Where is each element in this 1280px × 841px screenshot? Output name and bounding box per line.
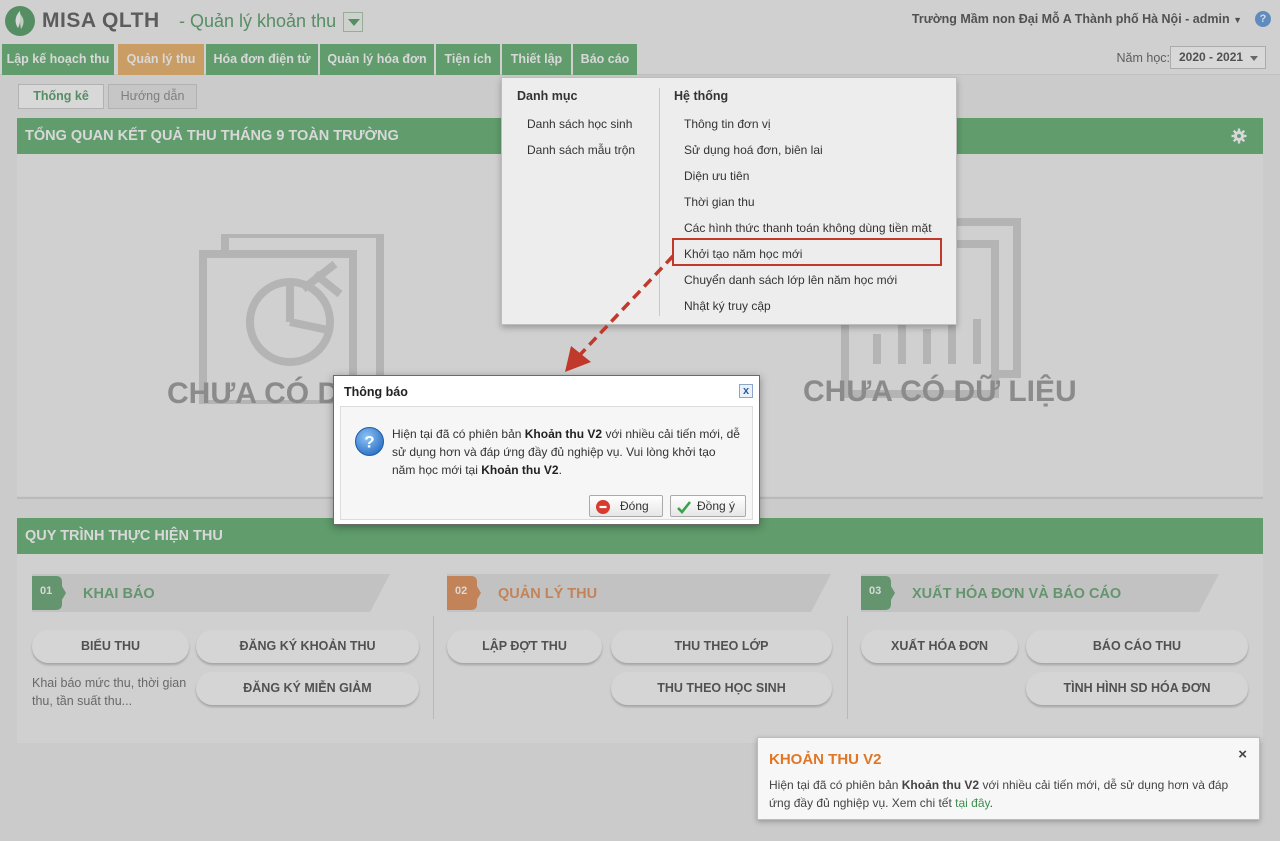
dialog-title: Thông báo bbox=[344, 385, 408, 399]
menu-item-nhat-ky-truy-cap[interactable]: Nhật ký truy cập bbox=[684, 299, 771, 313]
menu-item-thong-tin-don-vi[interactable]: Thông tin đơn vị bbox=[684, 117, 771, 131]
cancel-icon bbox=[596, 500, 610, 514]
menu-item-thoi-gian-thu[interactable]: Thời gian thu bbox=[684, 195, 755, 209]
menu-item-chuyen-danh-sach-lop[interactable]: Chuyển danh sách lớp lên năm học mới bbox=[684, 273, 897, 287]
toast-title: KHOẢN THU V2 bbox=[769, 751, 882, 768]
menu-item-dien-uu-tien[interactable]: Diện ưu tiên bbox=[684, 169, 749, 183]
arrow-icon bbox=[565, 254, 675, 372]
toast-link[interactable]: tại đây bbox=[955, 796, 989, 810]
menu-heading-danh-muc: Danh mục bbox=[517, 89, 578, 103]
menu-item-hinh-thuc-thanh-toan[interactable]: Các hình thức thanh toán không dùng tiền… bbox=[684, 221, 932, 235]
close-icon[interactable]: × bbox=[1238, 746, 1247, 763]
menu-heading-he-thong: Hệ thống bbox=[674, 89, 729, 103]
menu-item-khoi-tao-nam-hoc-moi[interactable]: Khởi tạo năm học mới bbox=[684, 247, 802, 261]
menu-item-danh-sach-hoc-sinh[interactable]: Danh sách học sinh bbox=[527, 117, 632, 131]
close-button-label: Đóng bbox=[620, 499, 649, 513]
menu-item-danh-sach-mau-tron[interactable]: Danh sách mẫu trộn bbox=[527, 143, 635, 157]
notification-dialog: Thông báo x ? Hiện tại đã có phiên bản K… bbox=[333, 375, 760, 525]
close-button[interactable]: Đóng bbox=[589, 495, 663, 517]
menu-item-su-dung-hoa-don[interactable]: Sử dụng hoá đơn, biên lai bbox=[684, 143, 823, 157]
dialog-body: ? Hiện tại đã có phiên bản Khoản thu V2 … bbox=[340, 406, 753, 520]
agree-button[interactable]: Đồng ý bbox=[670, 495, 746, 517]
toast-notification: KHOẢN THU V2 × Hiện tại đã có phiên bản … bbox=[757, 737, 1260, 820]
check-icon bbox=[677, 501, 692, 514]
toast-message: Hiện tại đã có phiên bản Khoản thu V2 vớ… bbox=[769, 778, 1229, 810]
dialog-message: Hiện tại đã có phiên bản Khoản thu V2 vớ… bbox=[392, 427, 740, 477]
close-icon[interactable]: x bbox=[739, 384, 753, 398]
question-icon: ? bbox=[355, 427, 384, 456]
agree-button-label: Đồng ý bbox=[697, 499, 736, 513]
svg-text:?: ? bbox=[364, 433, 374, 452]
